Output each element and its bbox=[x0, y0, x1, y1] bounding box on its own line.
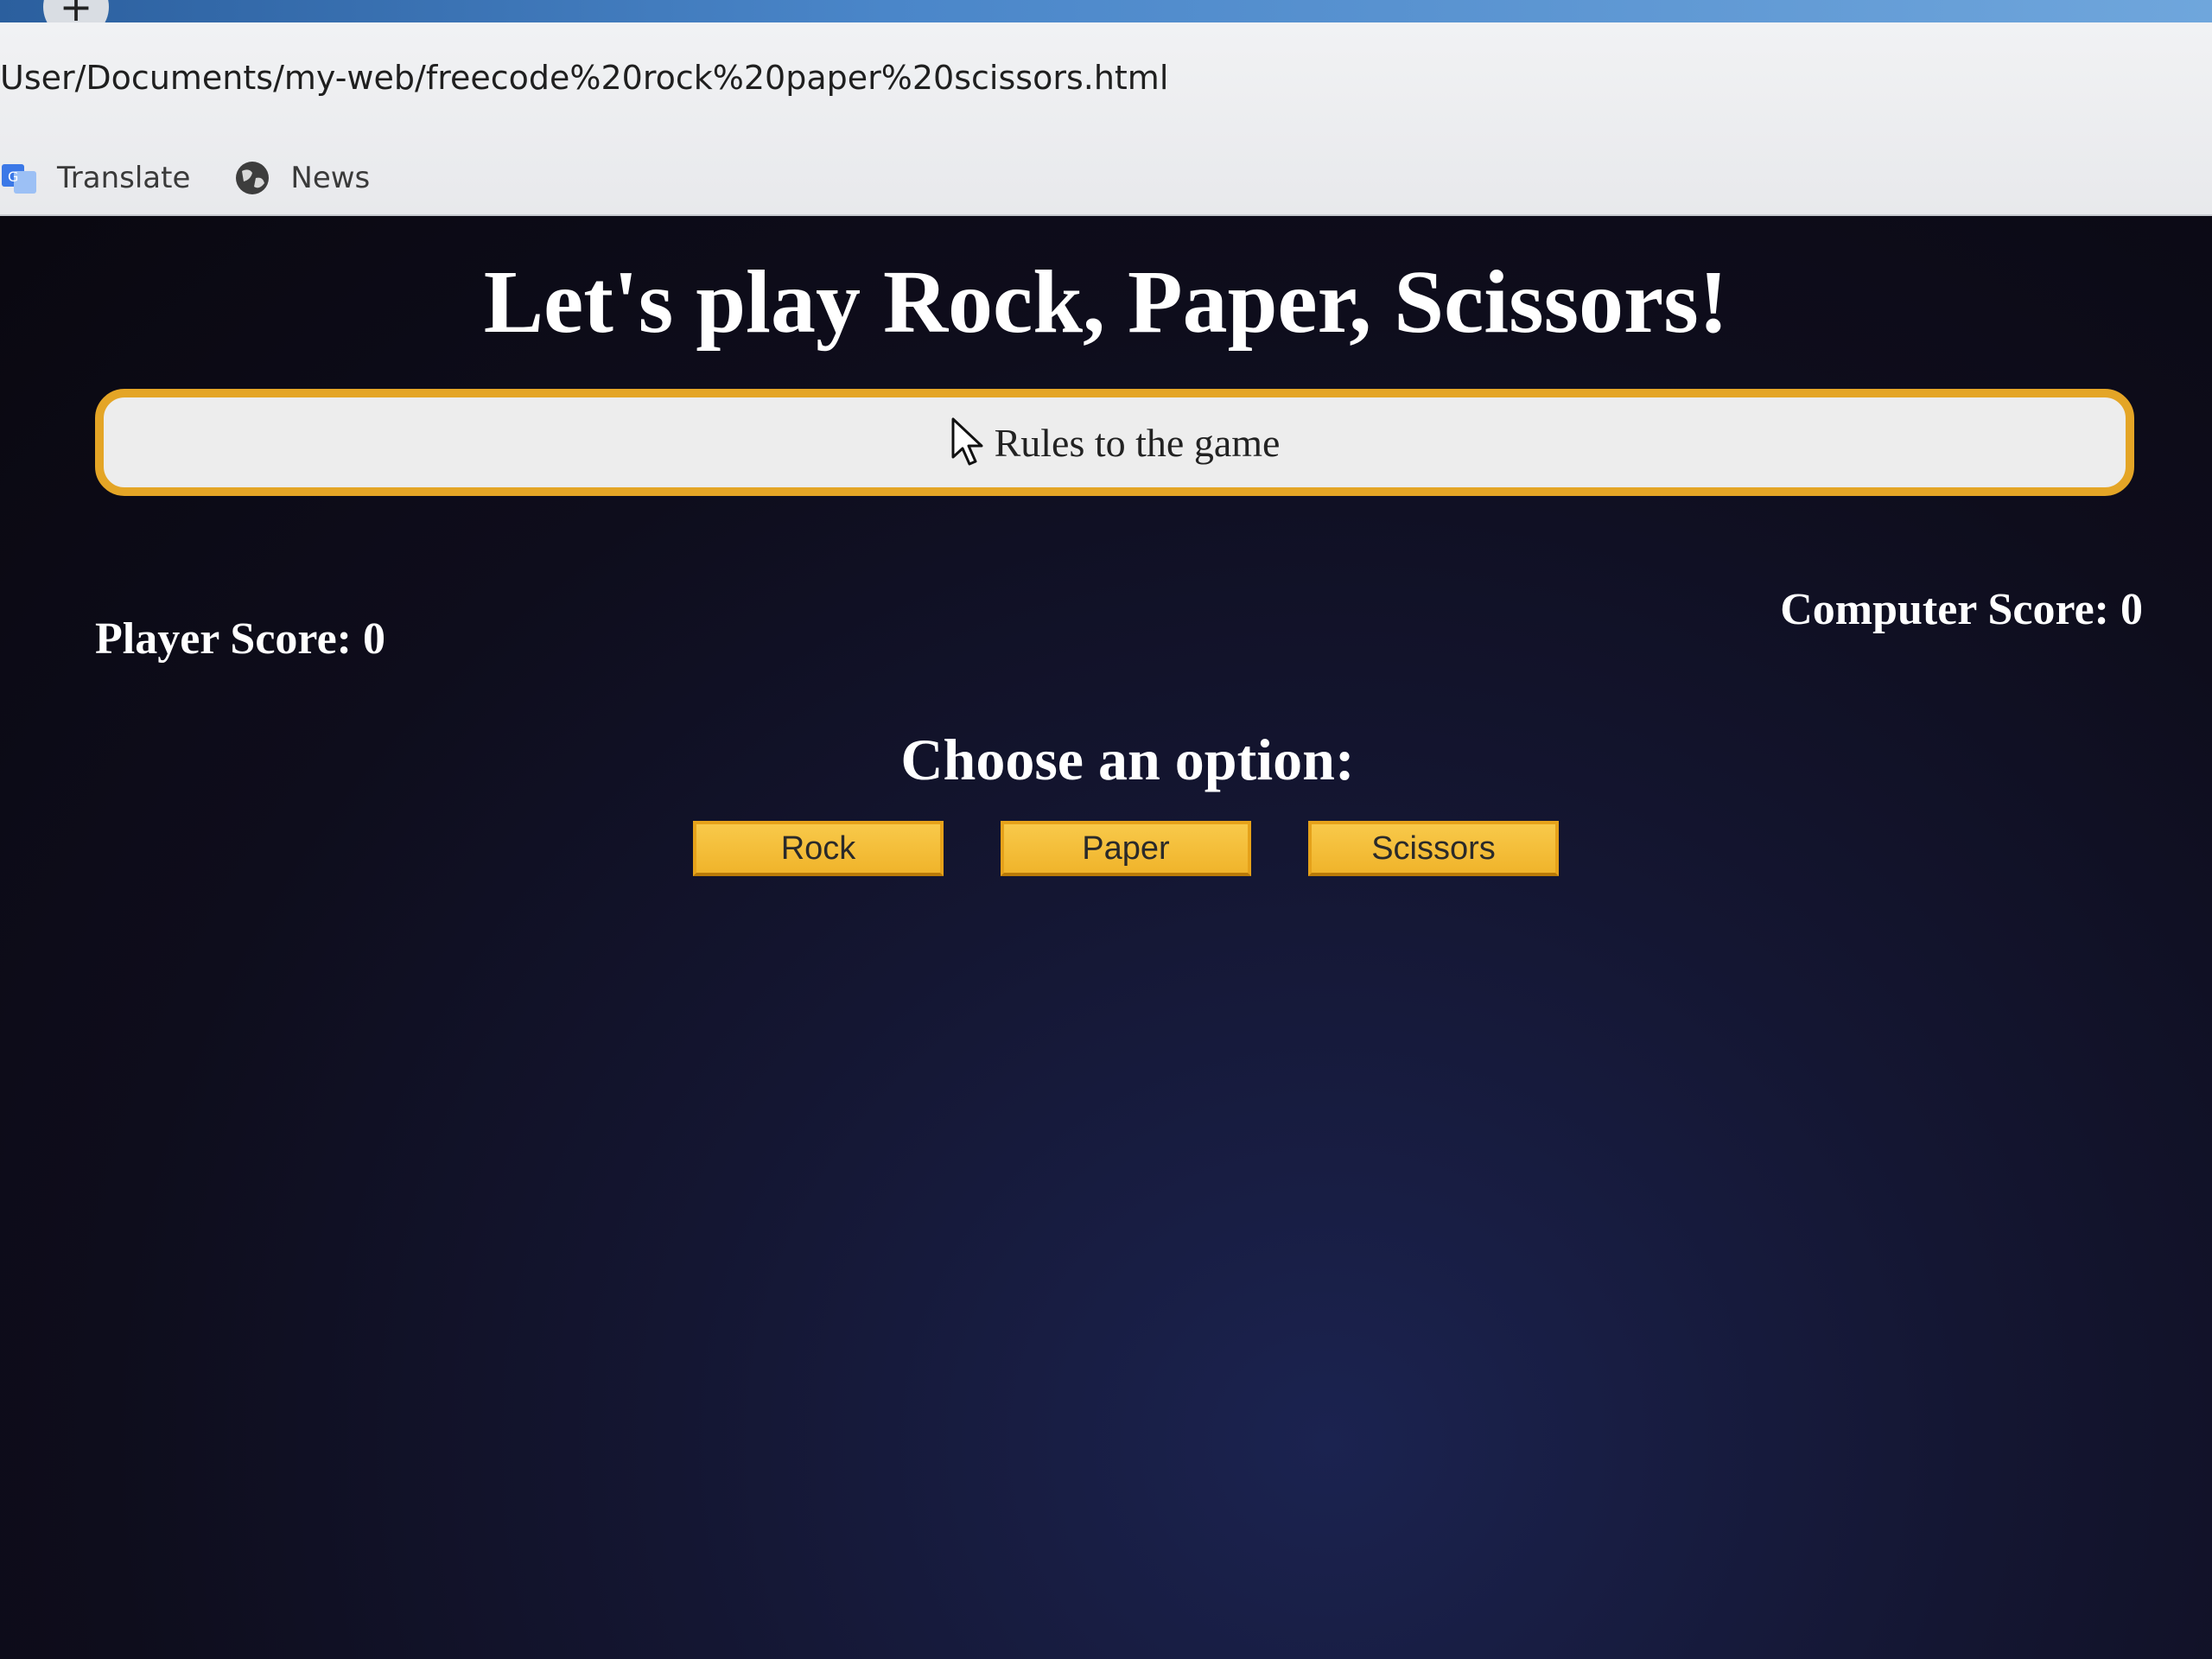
paper-button[interactable]: Paper bbox=[1001, 821, 1251, 876]
player-score: Player Score: 0 bbox=[95, 614, 385, 664]
bookmarks-bar: G Translate News bbox=[0, 152, 370, 204]
option-buttons: Rock Paper Scissors bbox=[693, 821, 1559, 876]
svg-text:G: G bbox=[8, 168, 18, 185]
rock-button[interactable]: Rock bbox=[693, 821, 944, 876]
address-bar[interactable]: User/Documents/my-web/freecode%20rock%20… bbox=[0, 59, 1168, 97]
rules-toggle[interactable]: Rules to the game bbox=[95, 389, 2134, 496]
game-page: Let's play Rock, Paper, Scissors! Rules … bbox=[0, 216, 2212, 1659]
globe-icon bbox=[233, 159, 271, 197]
mouse-cursor-icon bbox=[950, 416, 988, 469]
translate-icon: G bbox=[0, 159, 38, 197]
browser-tabstrip: + bbox=[0, 0, 2212, 40]
bookmark-translate[interactable]: G Translate bbox=[0, 159, 190, 197]
bookmark-label: News bbox=[290, 161, 371, 195]
computer-score: Computer Score: 0 bbox=[1780, 585, 2143, 634]
rules-label: Rules to the game bbox=[994, 420, 1281, 465]
browser-toolbar: User/Documents/my-web/freecode%20rock%20… bbox=[0, 22, 2212, 216]
scissors-button[interactable]: Scissors bbox=[1308, 821, 1559, 876]
bookmark-label: Translate bbox=[57, 161, 191, 195]
page-title: Let's play Rock, Paper, Scissors! bbox=[483, 252, 1729, 352]
choose-option-heading: Choose an option: bbox=[900, 727, 1355, 792]
bookmark-news[interactable]: News bbox=[233, 159, 370, 197]
